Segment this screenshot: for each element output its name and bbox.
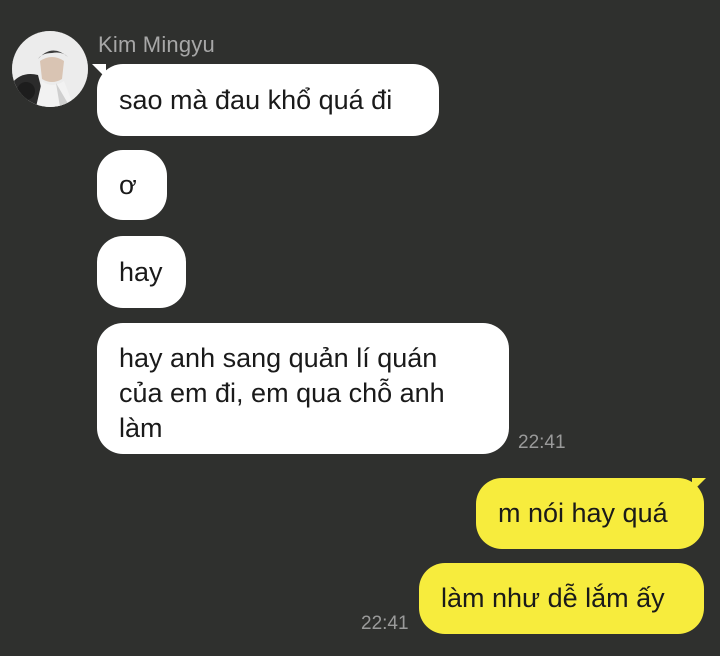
chat-window: Kim Mingyu sao mà đau khổ quá đi ơ hay h… <box>0 0 720 656</box>
avatar-photo-icon <box>12 31 88 107</box>
incoming-message[interactable]: hay anh sang quản lí quán của em đi, em … <box>97 323 509 454</box>
message-timestamp: 22:41 <box>361 613 409 634</box>
outgoing-message[interactable]: m nói hay quá <box>476 478 704 549</box>
incoming-message[interactable]: hay <box>97 236 186 308</box>
contact-avatar[interactable] <box>12 31 88 107</box>
outgoing-message[interactable]: làm như dễ lắm ấy <box>419 563 704 634</box>
contact-name: Kim Mingyu <box>98 32 215 57</box>
incoming-message[interactable]: ơ <box>97 150 167 220</box>
message-timestamp: 22:41 <box>518 432 566 453</box>
incoming-message[interactable]: sao mà đau khổ quá đi <box>97 64 439 136</box>
